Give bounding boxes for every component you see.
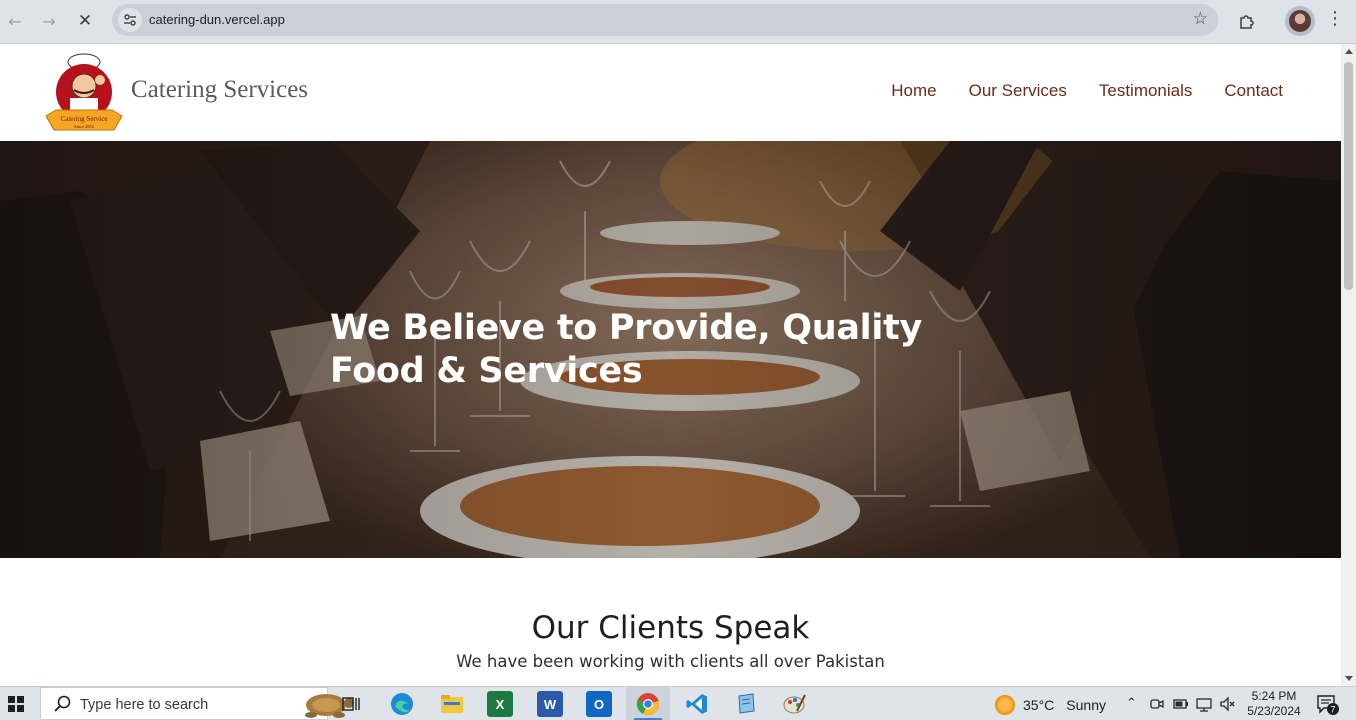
svg-text:Since 2002: Since 2002 bbox=[74, 124, 94, 129]
vscode-icon[interactable] bbox=[684, 691, 710, 717]
task-view-icon[interactable] bbox=[338, 691, 364, 717]
notepad-icon[interactable] bbox=[733, 691, 759, 717]
clients-section-subtitle: We have been working with clients all ov… bbox=[456, 652, 885, 671]
scrollbar-thumb[interactable] bbox=[1344, 62, 1353, 290]
volume-muted-icon[interactable] bbox=[1219, 696, 1235, 712]
back-arrow-icon[interactable]: ← bbox=[2, 8, 28, 34]
chrome-icon[interactable] bbox=[635, 691, 661, 717]
taskbar-search-box[interactable]: Type here to search bbox=[40, 687, 354, 720]
page-viewport: Catering Service Since 2002 Catering Ser… bbox=[0, 44, 1341, 686]
address-bar[interactable]: catering-dun.vercel.app ☆ bbox=[112, 4, 1218, 36]
more-menu-icon[interactable]: ⋮ bbox=[1326, 8, 1344, 29]
excel-icon[interactable]: X bbox=[487, 691, 513, 717]
nav-contact[interactable]: Contact bbox=[1224, 81, 1283, 101]
svg-text:Catering Service: Catering Service bbox=[61, 115, 108, 123]
system-clock[interactable]: 5:24 PM 5/23/2024 bbox=[1240, 689, 1308, 719]
show-hidden-icons-chevron-icon[interactable]: ⌃ bbox=[1126, 696, 1137, 711]
main-nav: Home Our Services Testimonials Contact bbox=[891, 81, 1283, 101]
search-icon bbox=[54, 695, 71, 712]
edge-icon[interactable] bbox=[389, 691, 415, 717]
hero-banner: We Believe to Provide, Quality Food & Se… bbox=[0, 141, 1341, 558]
battery-icon[interactable] bbox=[1173, 696, 1189, 712]
stop-loading-icon[interactable]: ✕ bbox=[72, 8, 98, 34]
browser-toolbar: ← → ✕ catering-dun.vercel.app ☆ ⋮ bbox=[0, 0, 1356, 44]
file-explorer-icon[interactable] bbox=[439, 691, 465, 717]
windows-taskbar: Type here to search X W O 35°C Sunny ⌃ 5… bbox=[0, 686, 1356, 720]
site-info-icon[interactable] bbox=[118, 8, 142, 32]
weather-temp: 35°C bbox=[1023, 697, 1055, 713]
network-icon[interactable] bbox=[1196, 696, 1212, 712]
brand-name[interactable]: Catering Services bbox=[131, 76, 308, 104]
taskbar-search-placeholder[interactable]: Type here to search bbox=[80, 697, 208, 713]
page-scrollbar[interactable] bbox=[1341, 44, 1356, 686]
hero-heading: We Believe to Provide, Quality Food & Se… bbox=[330, 308, 922, 391]
scroll-up-arrow-icon[interactable] bbox=[1345, 49, 1353, 54]
word-icon[interactable]: W bbox=[537, 691, 563, 717]
sun-icon bbox=[995, 695, 1015, 715]
clients-section-title: Our Clients Speak bbox=[531, 610, 810, 646]
clock-time: 5:24 PM bbox=[1251, 689, 1297, 703]
profile-avatar[interactable] bbox=[1285, 6, 1315, 36]
windows-start-icon[interactable] bbox=[8, 696, 24, 712]
meet-now-icon[interactable] bbox=[1150, 696, 1164, 712]
notification-count: 7 bbox=[1330, 705, 1335, 715]
bookmark-star-icon[interactable]: ☆ bbox=[1193, 9, 1208, 29]
weather-widget[interactable]: 35°C Sunny bbox=[995, 695, 1106, 715]
url-text[interactable]: catering-dun.vercel.app bbox=[149, 12, 285, 27]
paint-icon[interactable] bbox=[782, 691, 808, 717]
nav-our-services[interactable]: Our Services bbox=[969, 81, 1067, 101]
clock-date: 5/23/2024 bbox=[1247, 704, 1301, 718]
forward-arrow-icon[interactable]: → bbox=[36, 8, 62, 34]
nav-testimonials[interactable]: Testimonials bbox=[1099, 81, 1193, 101]
notification-center-icon[interactable]: 7 bbox=[1316, 694, 1340, 720]
nav-home[interactable]: Home bbox=[891, 81, 936, 101]
weather-condition: Sunny bbox=[1066, 697, 1106, 713]
outlook-icon[interactable]: O bbox=[586, 691, 612, 717]
site-header: Catering Service Since 2002 Catering Ser… bbox=[0, 44, 1341, 141]
scroll-down-arrow-icon[interactable] bbox=[1345, 676, 1353, 681]
chef-logo[interactable]: Catering Service Since 2002 bbox=[44, 52, 124, 134]
extensions-icon[interactable] bbox=[1234, 8, 1260, 34]
